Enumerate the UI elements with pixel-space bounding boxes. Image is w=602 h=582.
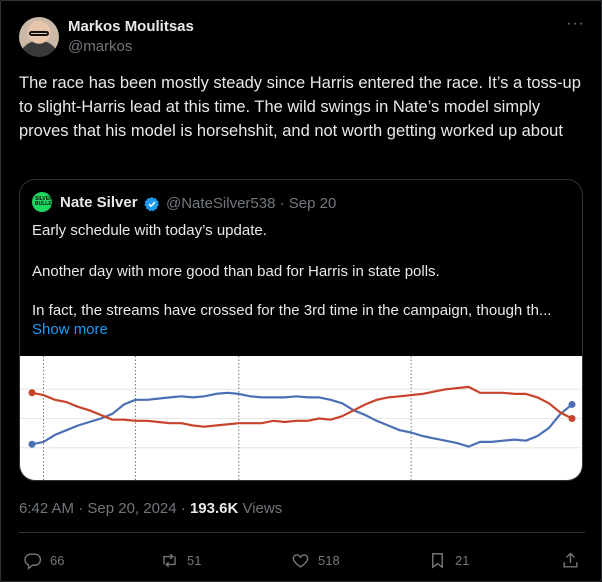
reply-button[interactable]: 66 [23,550,64,570]
quoted-line-2: Another day with more good than bad for … [32,263,440,280]
series-line-trump [31,385,573,428]
author-name[interactable]: Markos Moulitsas [68,18,194,35]
bookmark-count: 21 [455,552,470,568]
share-button[interactable] [561,550,580,570]
repost-count: 51 [187,552,202,568]
author-handle[interactable]: @markos [68,38,132,55]
heart-icon [292,553,309,568]
series-point-harris-end [568,400,576,408]
views-label: Views [238,500,283,517]
forecast-chart[interactable] [20,356,582,480]
series-point-trump-end [568,415,576,422]
repost-button[interactable]: 51 [160,550,201,570]
reply-count: 66 [50,552,65,568]
show-more-link[interactable]: Show more [32,321,108,338]
verified-badge-icon [144,197,159,212]
tweet-card: Markos Moulitsas @markos ··· The race ha… [0,0,602,582]
tweet-timestamp: 6:42 AM · Sep 20, 2024 · 193.6K Views [19,500,282,517]
repost-icon [163,553,176,567]
tweet-text: The race has been mostly steady since Ha… [19,74,581,140]
quoted-meta[interactable]: @NateSilver538 · Sep 20 [166,195,336,212]
bookmark-button[interactable]: 21 [428,550,469,570]
quoted-author-avatar[interactable]: SILVER BULLETIN [32,192,60,212]
series-point-trump-start [28,389,36,397]
quoted-avatar-text: SILVER BULLETIN [35,196,60,207]
quoted-line-1: Early schedule with today’s update. [32,222,267,239]
ellipsis-icon[interactable]: ··· [566,15,585,33]
reply-icon [24,552,42,570]
quoted-author-name[interactable]: Nate Silver [60,194,138,211]
views-count: 193.6K [189,500,239,517]
like-button[interactable]: 518 [291,550,340,570]
author-avatar[interactable] [19,17,59,57]
bookmark-icon [432,552,443,569]
divider [19,532,585,533]
quoted-line-3: In fact, the streams have crossed for th… [32,302,552,319]
forecast-chart-svg [20,356,582,480]
quoted-tweet[interactable]: SILVER BULLETIN Nate Silver @NateSilver5… [19,179,583,481]
series-point-harris-start [28,440,36,448]
share-icon [563,551,578,568]
like-count: 518 [318,552,340,568]
timestamp-text[interactable]: 6:42 AM · Sep 20, 2024 · [19,500,190,517]
